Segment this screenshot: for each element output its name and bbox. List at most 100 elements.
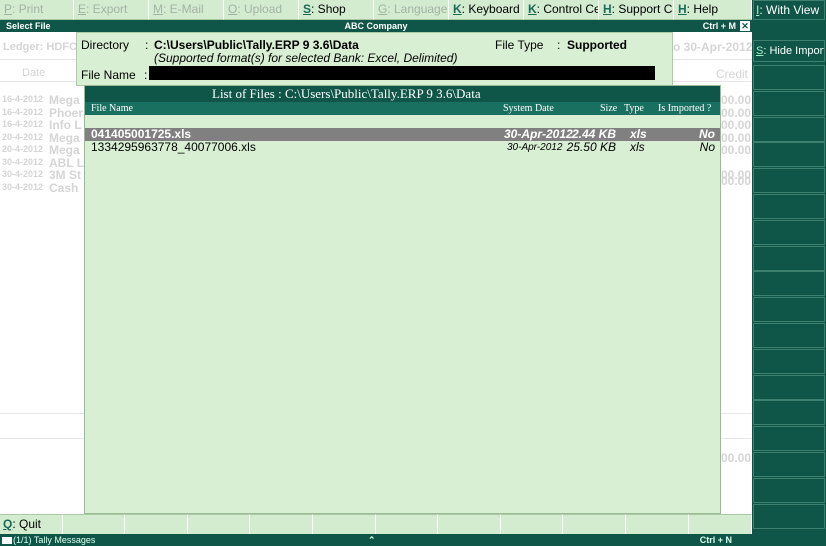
close-icon[interactable]: ✕ xyxy=(740,21,750,31)
hide-imported-button[interactable]: S: Hide Imported xyxy=(753,40,825,62)
directory-value[interactable]: C:\Users\Public\Tally.ERP 9 3.6\Data xyxy=(154,38,359,52)
period-label: o 30-Apr-2012 xyxy=(673,40,753,54)
file-row[interactable]: 1334295963778_40077006.xls 30-Apr-2012 25.… xyxy=(85,141,720,154)
menu-shortcut-key: M xyxy=(153,2,163,16)
menu-item-control-centre[interactable]: K: Control Centre xyxy=(524,0,599,20)
menu-item-e-mail[interactable]: M: E-Mail xyxy=(149,0,224,20)
file-list-popup: List of Files : C:\Users\Public\Tally.ER… xyxy=(84,85,721,514)
file-name-cell: 1334295963778_40077006.xls xyxy=(91,140,256,154)
empty-button-slot xyxy=(753,400,825,425)
empty-button-slot xyxy=(753,297,825,322)
file-imported-cell: No xyxy=(699,140,715,154)
file-list-title: List of Files : C:\Users\Public\Tally.ER… xyxy=(85,86,720,102)
empty-button-slot xyxy=(753,349,825,374)
empty-button-slot xyxy=(753,194,825,219)
status-bar: (1/1) Tally Messages ⌃ Ctrl + N xyxy=(0,534,752,546)
menu-item-label: : Print xyxy=(12,2,44,16)
empty-button-slot xyxy=(753,91,825,116)
menu-shortcut-key: P xyxy=(4,2,13,16)
empty-button-slot xyxy=(312,514,376,534)
menu-item-upload[interactable]: O: Upload xyxy=(224,0,299,20)
right-button-panel: I: With View S: Hide Imported xyxy=(752,0,826,546)
empty-button-slot xyxy=(753,168,825,193)
menu-item-label: : Support Centre xyxy=(611,2,673,16)
background-date: 16-4-2012 xyxy=(2,119,44,129)
background-date: 30-4-2012 xyxy=(2,169,44,179)
background-date: 16-4-2012 xyxy=(2,94,44,104)
empty-button-slot xyxy=(753,323,825,348)
title-shortcut: Ctrl + M xyxy=(702,21,736,31)
directory-colon: : xyxy=(145,38,149,52)
background-amount: 00.00 xyxy=(721,174,752,188)
tally-messages[interactable]: (1/1) Tally Messages xyxy=(2,534,95,546)
menu-shortcut-key: K xyxy=(528,2,537,16)
file-name-colon: : xyxy=(144,68,148,82)
ledger-label: Ledger: HDFC xyxy=(3,41,77,53)
menu-item-keyboard[interactable]: K: Keyboard xyxy=(449,0,524,20)
menu-item-label: : Keyboard xyxy=(461,2,520,16)
empty-button-slot xyxy=(753,478,825,503)
title-bar: Select File ABC Company Ctrl + M ✕ xyxy=(0,20,752,32)
menu-item-label: : Language xyxy=(387,2,448,16)
menu-item-label: : Upload xyxy=(237,2,283,16)
file-date-cell: 30-Apr-2012 xyxy=(504,127,573,141)
quit-button[interactable]: Q: Quit xyxy=(0,514,63,534)
empty-button-slot xyxy=(753,220,825,245)
menu-item-help[interactable]: H: Help xyxy=(674,0,752,20)
empty-button-slot xyxy=(753,271,825,296)
menu-shortcut-key: H xyxy=(603,2,612,16)
menu-item-label: : Help xyxy=(686,2,719,16)
menu-item-label: : Shop xyxy=(311,2,346,16)
empty-button-slot xyxy=(250,514,313,534)
menu-item-label: : Export xyxy=(86,2,128,16)
empty-button-slot xyxy=(753,452,825,477)
empty-button-slot xyxy=(753,117,825,142)
file-type-cell: xls xyxy=(630,140,645,154)
credit-header: Credit xyxy=(716,67,749,81)
mail-icon xyxy=(2,537,12,544)
column-header-name: File Name xyxy=(91,103,133,114)
empty-button-slot xyxy=(62,514,126,534)
messages-shortcut: Ctrl + N xyxy=(699,535,732,545)
with-view-button[interactable]: I: With View xyxy=(753,0,825,20)
file-list-header: File Name System Date Size Type Is Impor… xyxy=(85,102,720,115)
menu-item-export[interactable]: E: Export xyxy=(74,0,149,20)
menu-item-label: : Control Centre xyxy=(536,2,598,16)
bottom-button-bar: Q: Quit xyxy=(0,514,752,534)
file-type-label: File Type xyxy=(495,38,544,52)
empty-button-slot xyxy=(753,142,825,167)
background-date: 20-4-2012 xyxy=(2,144,44,154)
file-name-label: File Name xyxy=(81,68,136,82)
menu-shortcut-key: K xyxy=(453,2,462,16)
background-amount: 00.00 xyxy=(721,451,752,465)
menu-shortcut-key: H xyxy=(678,2,687,16)
empty-button-slot xyxy=(187,514,251,534)
supported-format-note: (Supported format(s) for selected Bank: … xyxy=(154,51,458,65)
menu-item-support-centre[interactable]: H: Support Centre xyxy=(599,0,674,20)
file-name-input[interactable] xyxy=(149,66,655,80)
menu-item-print[interactable]: P: Print xyxy=(0,0,74,20)
empty-button-slot xyxy=(688,514,752,534)
chevron-up-icon[interactable]: ⌃ xyxy=(368,534,376,546)
empty-button-slot xyxy=(375,514,439,534)
file-type-value: Supported xyxy=(567,38,627,52)
menu-item-shop[interactable]: S: Shop xyxy=(299,0,374,20)
file-size-cell: 25.50 KB xyxy=(566,140,616,154)
column-header-imported: Is Imported ? xyxy=(658,103,712,114)
empty-button-slot xyxy=(753,504,825,529)
empty-button-slot xyxy=(500,514,564,534)
menu-shortcut-key: E xyxy=(78,2,87,16)
empty-button-slot xyxy=(753,426,825,451)
empty-button-slot xyxy=(753,65,825,90)
empty-button-slot xyxy=(625,514,689,534)
file-type-colon: : xyxy=(557,38,561,52)
menu-item-language[interactable]: G: Language xyxy=(374,0,449,20)
company-name: ABC Company xyxy=(344,21,408,31)
background-date: 20-4-2012 xyxy=(2,131,44,142)
menu-shortcut-key: S xyxy=(303,2,312,16)
directory-label: Directory xyxy=(81,38,130,52)
background-date: 30-4-2012 xyxy=(2,156,44,167)
empty-button-slot xyxy=(563,514,626,534)
background-amount: 00.00 xyxy=(721,143,752,157)
column-header-type: Type xyxy=(624,103,644,114)
